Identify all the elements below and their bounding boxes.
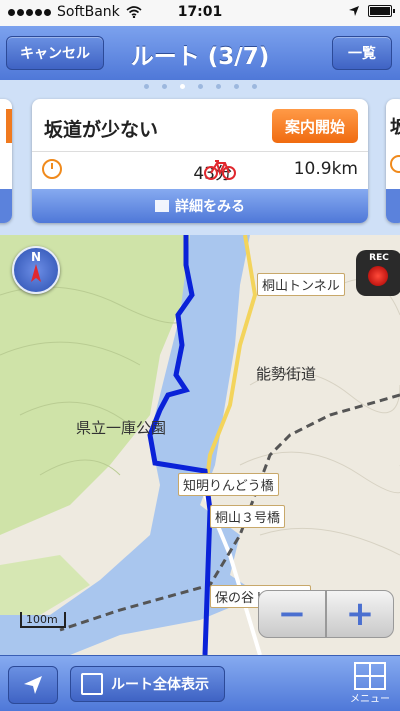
zoom-out-button[interactable]: − [259, 591, 325, 637]
page-indicator [0, 84, 400, 89]
page-dot [143, 84, 149, 89]
navigation-bar: キャンセル ルート (3/7) 一覧 [0, 26, 400, 81]
record-label: REC [369, 253, 389, 263]
see-details-button[interactable]: 詳細をみる [32, 189, 368, 223]
see-details-label: 詳細をみる [175, 199, 245, 215]
map-label-kiriyama-tunnel: 桐山トンネル [257, 273, 345, 296]
list-button[interactable]: 一覧 [332, 36, 392, 70]
route-overview-button[interactable]: ルート全体表示 [70, 666, 225, 702]
page-dot [161, 84, 167, 89]
status-bar: SoftBank 17:01 [0, 0, 400, 26]
bicycle-icon [204, 160, 236, 180]
compass-button[interactable]: N [12, 246, 60, 294]
menu-grid-icon [354, 662, 386, 690]
next-card-title-fragment: 坂 [390, 117, 400, 138]
clock-time: 17:01 [177, 4, 223, 20]
route-title: 坂道が少ない [44, 119, 159, 141]
current-location-button[interactable] [8, 666, 58, 704]
route-summary-row: 43分 10.9km [32, 151, 368, 186]
record-button[interactable]: REC [356, 250, 400, 296]
next-route-card[interactable]: 坂 [386, 99, 400, 223]
record-dot-icon [368, 266, 388, 286]
page-dot-active [179, 84, 185, 89]
chart-icon [155, 200, 169, 212]
route-distance: 10.9km [293, 159, 358, 179]
zoom-in-button[interactable]: + [327, 591, 393, 637]
menu-label: メニュー [350, 694, 390, 705]
map-label-nose-road: 能勢街道 [256, 365, 317, 383]
page-dot [215, 84, 221, 89]
map-label-chimyo-bridge: 知明りんどう橋 [178, 473, 279, 496]
clock-icon [42, 159, 62, 179]
location-arrow-icon [349, 6, 359, 16]
zoom-control: − + [258, 590, 394, 638]
clock-icon [390, 155, 400, 173]
bottom-toolbar: ルート全体表示 メニュー [0, 655, 400, 711]
route-card: 坂道が少ない 案内開始 43分 10.9km 詳細をみる [32, 99, 368, 223]
page-dot [251, 84, 257, 89]
route-overview-label: ルート全体表示 [111, 677, 209, 693]
map-label-park: 県立一庫公園 [76, 419, 167, 437]
map-label-kiriyama3-bridge: 桐山３号橋 [210, 505, 286, 528]
map-scale-label: 100m [26, 613, 58, 626]
start-guidance-button[interactable]: 案内開始 [272, 109, 358, 143]
location-arrow-icon [24, 676, 42, 694]
menu-button[interactable]: メニュー [348, 662, 392, 708]
page-dot [197, 84, 203, 89]
page-dot [233, 84, 239, 89]
battery-icon [368, 5, 395, 17]
status-right [348, 5, 395, 17]
compass-needle-icon [31, 264, 41, 282]
route-overview-icon [81, 673, 103, 695]
previous-route-card[interactable] [0, 99, 12, 223]
